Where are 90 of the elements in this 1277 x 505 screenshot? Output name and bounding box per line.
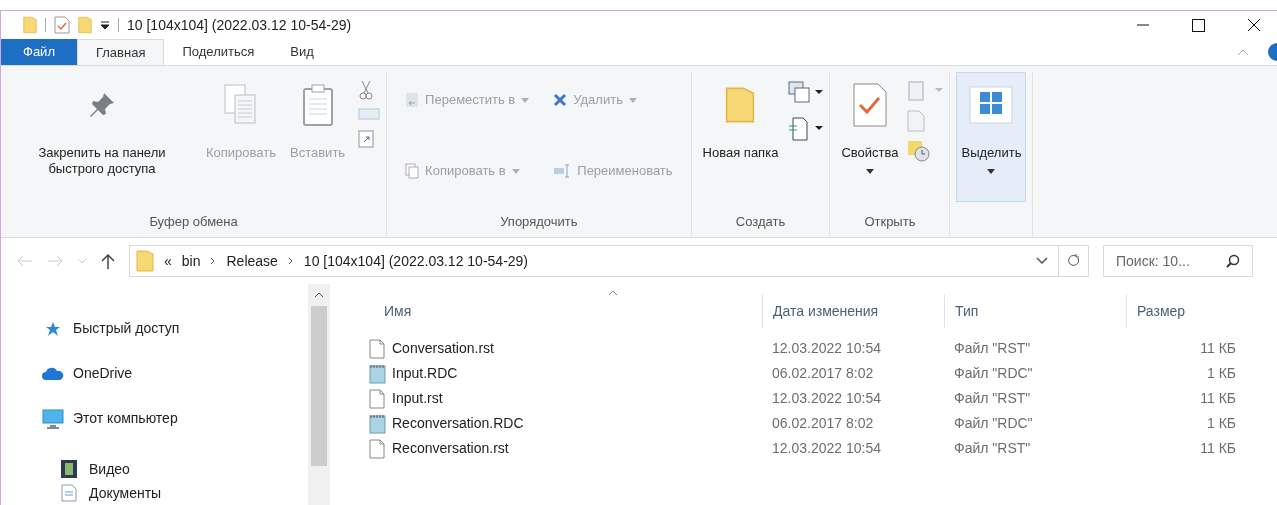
- group-label: Буфер обмена: [149, 213, 238, 231]
- ribbon-tab[interactable]: Главная: [76, 39, 165, 65]
- table-cell-text: 12.03.2022 10:54: [771, 389, 882, 408]
- file-icon: [369, 388, 385, 409]
- folder-icon: [136, 250, 154, 272]
- breadcrumb[interactable]: «: [164, 250, 172, 272]
- column-header[interactable]: Имя: [362, 294, 762, 328]
- scrollbar[interactable]: [308, 284, 330, 505]
- ribbon-tab[interactable]: Файл: [1, 39, 77, 65]
- rename-icon: [553, 164, 572, 178]
- chevron-icon: [210, 257, 217, 265]
- nav-item[interactable]: Видео: [1, 457, 308, 481]
- folder-icon: [23, 16, 37, 34]
- nav-item[interactable]: OneDrive: [1, 363, 308, 384]
- documents-icon: [61, 484, 77, 502]
- ribbon-tab[interactable]: Поделиться: [164, 39, 273, 65]
- table-cell-text: 12.03.2022 10:54: [771, 339, 882, 358]
- scroll-up-icon[interactable]: [314, 292, 324, 298]
- open-icon[interactable]: [907, 80, 944, 102]
- ribbon-button[interactable]: Свойства: [836, 72, 904, 202]
- paste-shortcut-icon[interactable]: [358, 128, 375, 148]
- nav-item[interactable]: Этот компьютер: [1, 408, 308, 429]
- easy-access-icon[interactable]: [787, 116, 824, 142]
- notepad-icon: [368, 413, 386, 434]
- copy-icon: [223, 83, 259, 127]
- clipboard-icon: [301, 83, 334, 127]
- history-icon[interactable]: [907, 140, 932, 162]
- refresh-icon[interactable]: [1066, 254, 1081, 268]
- customize-caret-icon[interactable]: [100, 21, 110, 29]
- group-label: Упорядочить: [500, 213, 578, 231]
- star-icon: [45, 320, 61, 337]
- address-bar[interactable]: « bin Release 10 [104x104] (2022.03.12 10-54-29): [129, 245, 1089, 277]
- group-label: Открыть: [864, 213, 916, 231]
- dropdown-caret-icon[interactable]: [1036, 257, 1048, 265]
- cloud-icon: [42, 367, 64, 380]
- scrollbar-thumb[interactable]: [311, 306, 327, 466]
- ribbon-button[interactable]: Закрепить на панели быстрого доступа: [7, 72, 197, 202]
- table-cell-text: 1 КБ: [1205, 414, 1236, 433]
- ribbon-button[interactable]: Новая папка: [697, 72, 784, 202]
- breadcrumb[interactable]: 10 [104x104] (2022.03.12 10-54-29): [303, 250, 529, 272]
- breadcrumb[interactable]: bin: [181, 250, 201, 272]
- search-icon: [1226, 254, 1240, 268]
- search-field[interactable]: Поиск: 10...: [1103, 245, 1253, 277]
- table-cell-text: 11 КБ: [1199, 389, 1236, 408]
- notepad-icon: [368, 363, 386, 384]
- nav-item[interactable]: Документы: [1, 481, 308, 505]
- breadcrumb[interactable]: Release: [226, 250, 278, 272]
- chevron-icon: [287, 257, 294, 265]
- table-cell-text: 11 КБ: [1199, 339, 1236, 358]
- table-cell-text: Файл "RST": [953, 439, 1032, 458]
- properties-icon[interactable]: [54, 16, 70, 34]
- table-cell-text: 06.02.2017 8:02: [771, 414, 875, 433]
- table-cell-text: 1 КБ: [1205, 364, 1236, 383]
- window-title: 10 [104x104] (2022.03.12 10-54-29): [127, 15, 352, 35]
- nav-item[interactable]: Быстрый доступ: [1, 318, 308, 339]
- ribbon-button[interactable]: Выделить: [956, 72, 1027, 202]
- file-name[interactable]: Input.RDC: [392, 363, 458, 384]
- file-name[interactable]: Input.rst: [392, 388, 443, 409]
- delete-icon: [553, 93, 568, 107]
- table-cell-text: Файл "RST": [953, 339, 1032, 358]
- table-cell-text: Файл "RDC": [953, 364, 1034, 383]
- collapse-ribbon-icon[interactable]: [1237, 48, 1249, 56]
- new-folder-icon: [78, 16, 92, 34]
- file-icon: [369, 338, 385, 359]
- file-name[interactable]: Reconversation.RDC: [392, 413, 524, 434]
- file-name[interactable]: Reconversation.rst: [392, 438, 509, 459]
- table-cell-text: Файл "RST": [953, 389, 1032, 408]
- copy-icon: [405, 163, 420, 179]
- table-cell-text: Файл "RDC": [953, 414, 1034, 433]
- file-name[interactable]: Conversation.rst: [392, 338, 494, 359]
- monitor-icon: [42, 408, 64, 429]
- up-arrow-icon[interactable]: [101, 253, 115, 269]
- recent-caret-icon[interactable]: [77, 258, 87, 264]
- move-icon: [405, 92, 420, 108]
- column-header[interactable]: Дата изменения: [762, 294, 944, 328]
- scissors-icon[interactable]: [358, 80, 375, 100]
- file-icon: [369, 438, 385, 459]
- forward-arrow-icon[interactable]: [47, 255, 63, 267]
- back-arrow-icon[interactable]: [17, 255, 33, 267]
- properties-icon: [852, 83, 887, 127]
- column-header[interactable]: Размер: [1126, 294, 1247, 328]
- table-cell-text: 12.03.2022 10:54: [771, 439, 882, 458]
- ribbon-tab[interactable]: Вид: [272, 39, 332, 65]
- film-icon: [61, 460, 77, 478]
- new-item-icon[interactable]: [787, 80, 824, 104]
- group-label: Создать: [735, 213, 786, 231]
- table-cell-text: 11 КБ: [1199, 439, 1236, 458]
- select-icon: [969, 86, 1014, 124]
- table-cell-text: 06.02.2017 8:02: [771, 364, 875, 383]
- column-header[interactable]: Тип: [944, 294, 1126, 328]
